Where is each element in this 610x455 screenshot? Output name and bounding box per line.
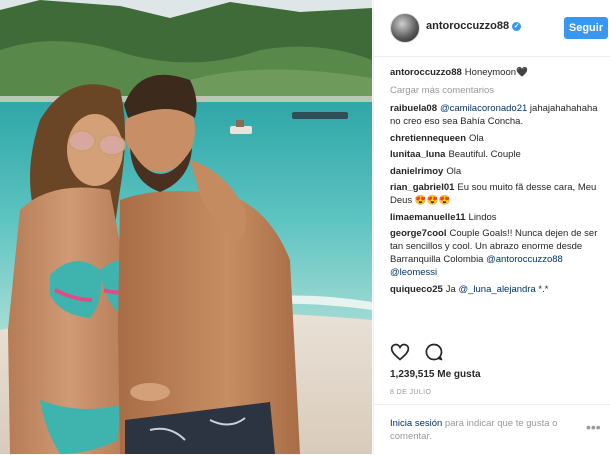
comment-item: george7cool Couple Goals!! Nunca dejen de… bbox=[390, 227, 604, 279]
comment-username[interactable]: raibuela08 bbox=[390, 103, 437, 114]
comment-text: Beautiful. Couple bbox=[448, 149, 521, 160]
comment-mention[interactable]: @antoroccuzzo88 bbox=[486, 254, 563, 265]
comment-item: limaemanuelle11 Lindos bbox=[390, 211, 604, 224]
comment-username[interactable]: chretiennequeen bbox=[390, 133, 466, 144]
login-footer: Inicia sesión para indicar que te gusta … bbox=[374, 404, 610, 455]
login-link[interactable]: Inicia sesión bbox=[390, 418, 442, 429]
comment-item: rian_gabriel01 Eu sou muito fã desse cara… bbox=[390, 181, 604, 207]
comment-text: *.* bbox=[538, 283, 549, 295]
login-prompt: Inicia sesión para indicar que te gusta … bbox=[390, 417, 580, 443]
comment-username[interactable]: quiqueco25 bbox=[390, 284, 443, 295]
heart-icon[interactable] bbox=[390, 342, 410, 362]
post-header: antoroccuzzo88 ✓ Seguir bbox=[374, 0, 610, 57]
post-side-panel: antoroccuzzo88 ✓ Seguir antoroccuzzo88 Hon… bbox=[373, 0, 610, 454]
comment-item: raibuela08 @camilacoronado21 jahajahahaha… bbox=[390, 102, 604, 128]
comment-username[interactable]: limaemanuelle11 bbox=[390, 212, 466, 223]
verified-badge-icon: ✓ bbox=[512, 22, 522, 31]
comment-username[interactable]: george7cool bbox=[390, 228, 447, 239]
author-username-link[interactable]: antoroccuzzo88 bbox=[426, 20, 509, 32]
comment-mention[interactable]: @leomessi bbox=[390, 267, 437, 278]
post-date: 8 DE JULIO bbox=[390, 389, 432, 396]
comment-mention[interactable]: @camilacoronado21 bbox=[440, 103, 527, 114]
comment-text: Ola bbox=[446, 165, 462, 177]
comment-text: Lindos bbox=[468, 211, 497, 223]
more-options-icon[interactable]: ••• bbox=[586, 419, 601, 435]
comment-icon[interactable] bbox=[424, 342, 444, 362]
comment-item: danielrimoy Ola bbox=[390, 165, 604, 178]
instagram-post: antoroccuzzo88 ✓ Seguir antoroccuzzo88 Hon… bbox=[0, 0, 610, 454]
comment-item: chretiennequeen Ola bbox=[390, 132, 604, 145]
comment-mention[interactable]: @_luna_alejandra bbox=[458, 284, 535, 295]
comment-username[interactable]: lunitaa_luna bbox=[390, 149, 445, 160]
caption-username[interactable]: antoroccuzzo88 bbox=[390, 67, 462, 78]
comment-text: Ja bbox=[445, 283, 456, 295]
like-count[interactable]: 1,239,515 Me gusta bbox=[390, 369, 481, 380]
follow-button[interactable]: Seguir bbox=[564, 17, 608, 39]
caption-text: Honeymoon🖤 bbox=[464, 67, 528, 78]
author-username[interactable]: antoroccuzzo88 ✓ bbox=[426, 20, 522, 32]
comments-list: antoroccuzzo88 Honeymoon🖤 Cargar más come… bbox=[390, 66, 604, 299]
comment-item: quiqueco25 Ja @_luna_alejandra *.* bbox=[390, 283, 604, 296]
comment-item: lunitaa_luna Beautiful. Couple bbox=[390, 148, 604, 161]
comment-username[interactable]: danielrimoy bbox=[390, 166, 443, 177]
caption: antoroccuzzo88 Honeymoon🖤 bbox=[390, 66, 604, 79]
beach-photo-image bbox=[0, 0, 372, 454]
avatar[interactable] bbox=[390, 13, 420, 43]
comment-username[interactable]: rian_gabriel01 bbox=[390, 182, 454, 193]
action-bar bbox=[390, 342, 444, 362]
comment-text: Ola bbox=[469, 132, 484, 144]
post-photo[interactable] bbox=[0, 0, 372, 454]
load-more-comments-link[interactable]: Cargar más comentarios bbox=[390, 84, 604, 97]
